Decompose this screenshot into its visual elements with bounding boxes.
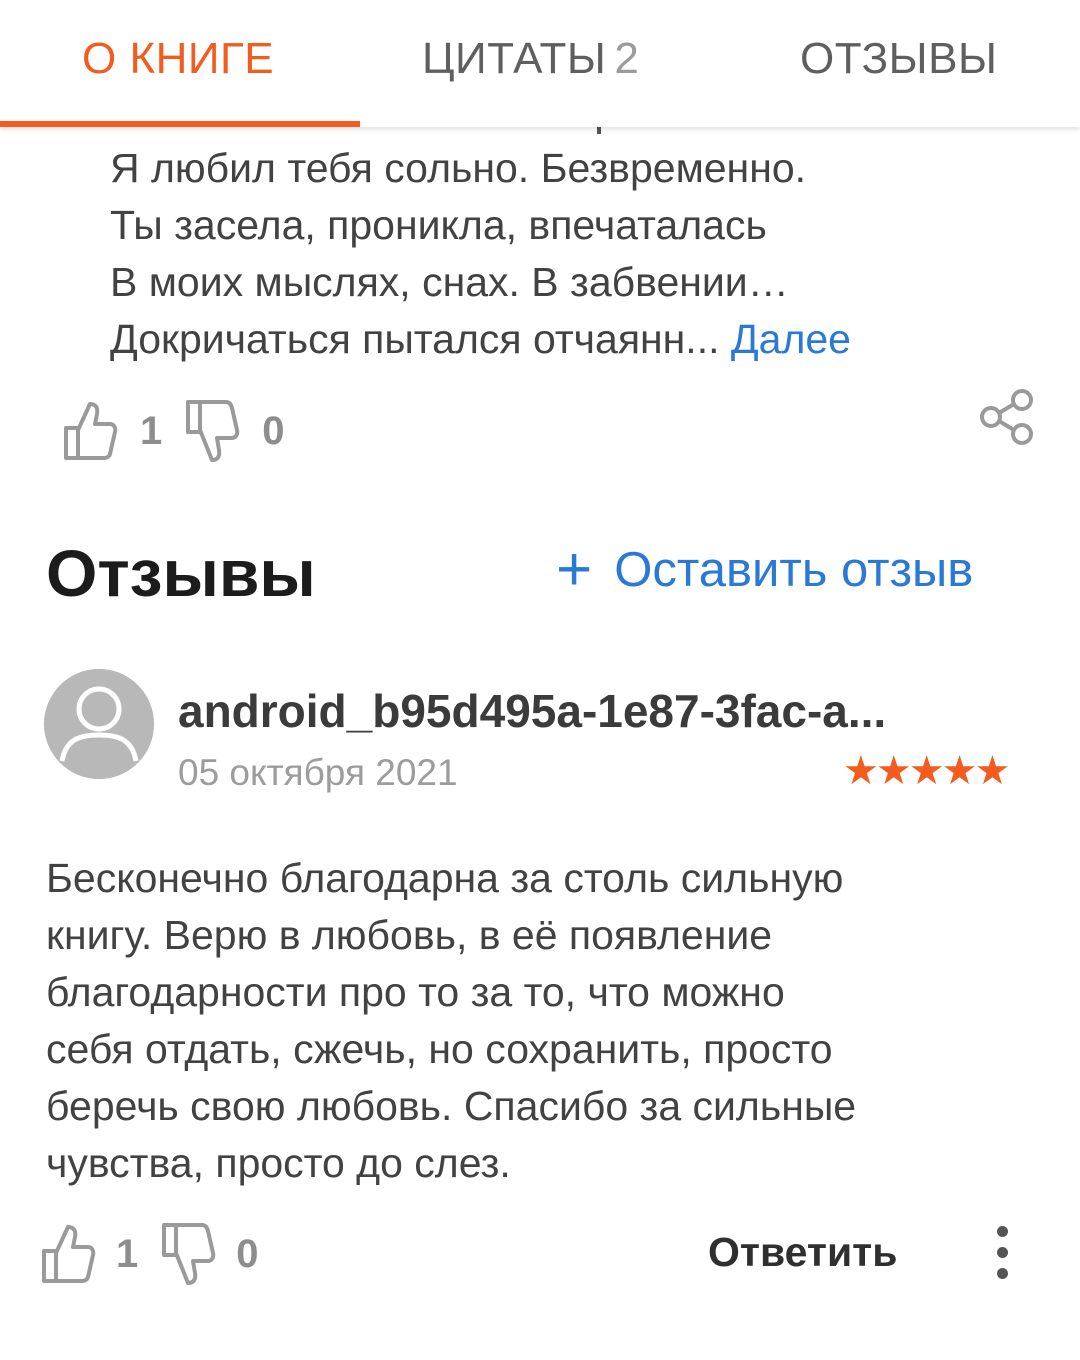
- quote-line: Я любил тебя сольно. Безвременно.: [110, 145, 807, 191]
- quote-line: Ты засела, проникла, впечаталась: [110, 202, 767, 248]
- tab-reviews-label: ОТЗЫВЫ: [800, 34, 998, 83]
- review-date: 05 октября 2021: [178, 752, 458, 793]
- tab-quotes-label: ЦИТАТЫ: [422, 34, 607, 83]
- quote-likes-count: 1: [140, 408, 163, 453]
- read-more-link[interactable]: Далее: [731, 316, 851, 362]
- thumbs-up-icon[interactable]: [40, 1221, 96, 1287]
- review-text: Бесконечно благодарна за столь сильную к…: [46, 850, 1046, 1192]
- more-options-icon[interactable]: [994, 1226, 1010, 1282]
- avatar[interactable]: [44, 669, 154, 779]
- quote-line: В моих мыслях, снах. В забвении…: [110, 259, 789, 305]
- tab-bar: О КНИГЕ ЦИТАТЫ 2 ОТЗЫВЫ: [0, 0, 1080, 127]
- tab-about-book-label: О КНИГЕ: [82, 34, 275, 83]
- review-dislikes-count: 0: [236, 1231, 259, 1276]
- quote-line-truncated: Докричаться пытался отчаянн...: [110, 316, 720, 362]
- quote-text[interactable]: Я любил тебя сольно. Безвременно. Ты зас…: [110, 140, 1050, 368]
- review-likes-count: 1: [116, 1231, 139, 1276]
- active-tab-indicator: [0, 121, 360, 127]
- review-text-line: чувства, просто до слез.: [46, 1140, 511, 1186]
- user-placeholder-icon: [44, 669, 154, 779]
- review-rating-row: 1 0: [40, 1219, 259, 1289]
- quote-rating-row: 1 0: [62, 396, 285, 466]
- quote-dislikes-count: 0: [262, 408, 285, 453]
- review-author[interactable]: android_b95d495a-1e87-3fac-a...: [178, 684, 1028, 738]
- reviews-section-title: Отзывы: [46, 536, 316, 610]
- review-text-line: Бесконечно благодарна за столь сильную: [46, 855, 844, 901]
- review-text-line: книгу. Верю в любовь, в её появление: [46, 912, 773, 958]
- leave-review-label: Оставить отзыв: [614, 543, 974, 597]
- share-icon[interactable]: [978, 388, 1038, 451]
- thumbs-up-icon[interactable]: [62, 398, 118, 464]
- review-text-line: благодарности про то за то, что можно: [46, 969, 785, 1015]
- leave-review-button[interactable]: + Оставить отзыв: [556, 535, 974, 604]
- review-text-line: беречь свою любовь. Спасибо за сильные: [46, 1083, 857, 1129]
- tab-quotes-count: 2: [614, 34, 640, 83]
- quote-line-last: Докричаться пытался отчаянн... Далее: [110, 311, 1050, 368]
- thumbs-down-icon[interactable]: [184, 396, 240, 466]
- reply-button[interactable]: Ответить: [708, 1229, 897, 1276]
- plus-icon: +: [556, 535, 593, 604]
- tab-about-book[interactable]: О КНИГЕ: [82, 34, 274, 94]
- review-text-line: себя отдать, сжечь, но сохранить, просто: [46, 1026, 833, 1072]
- thumbs-down-icon[interactable]: [160, 1219, 216, 1289]
- tab-quotes[interactable]: ЦИТАТЫ 2: [422, 34, 639, 94]
- tab-reviews[interactable]: ОТЗЫВЫ: [800, 34, 997, 94]
- review-rating-stars: ★★★★★: [843, 749, 1010, 793]
